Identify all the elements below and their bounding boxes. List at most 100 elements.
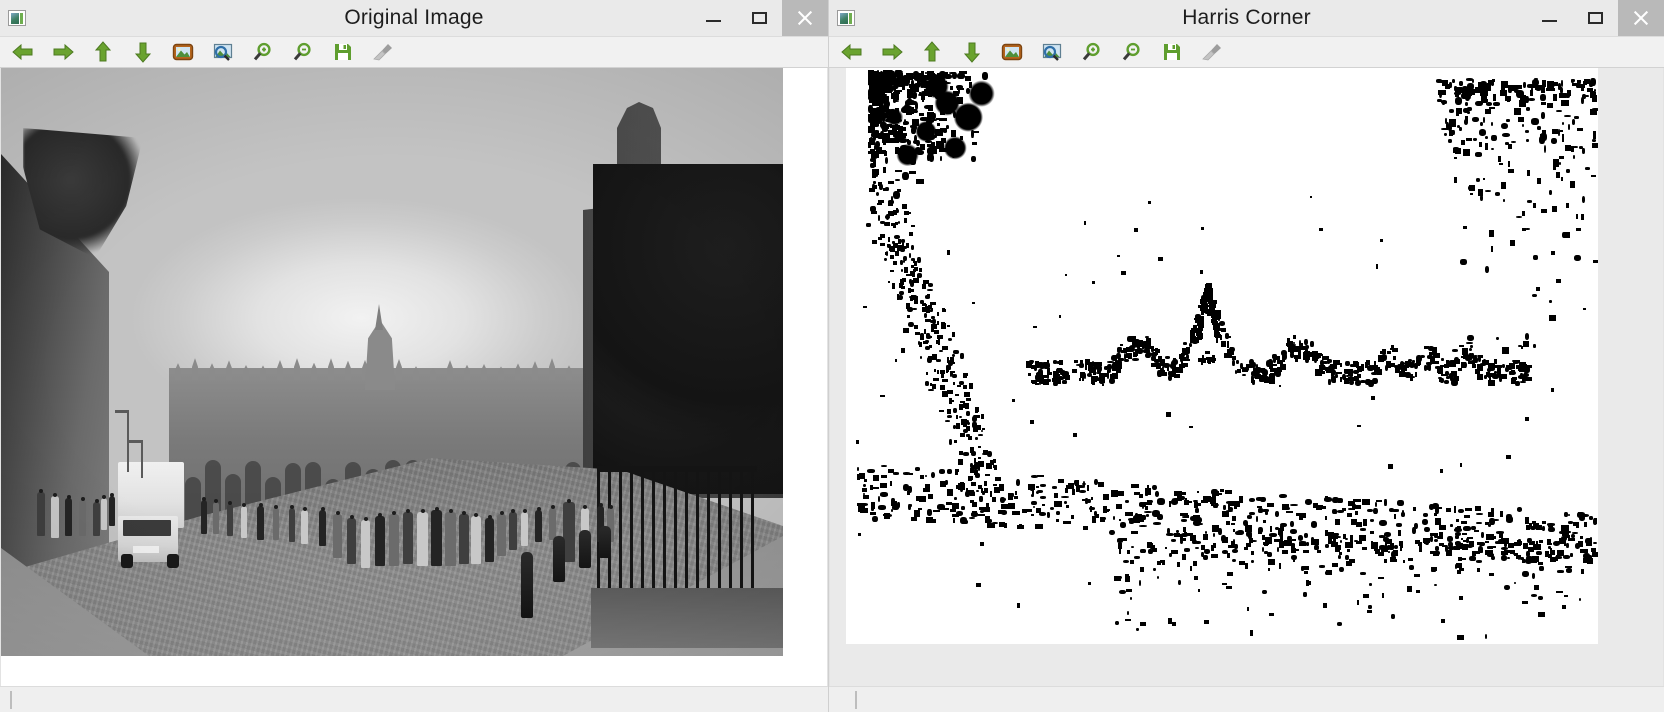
corner-point	[1438, 90, 1447, 95]
corner-point	[873, 123, 880, 127]
corner-point	[900, 286, 905, 290]
clear-button[interactable]	[1197, 39, 1227, 65]
pan-down-button[interactable]	[128, 39, 158, 65]
corner-point	[914, 83, 921, 88]
corner-point	[913, 298, 919, 305]
corner-point	[1148, 548, 1153, 554]
zoom-region-button[interactable]	[1037, 39, 1067, 65]
corner-point	[1370, 395, 1376, 400]
corner-point	[1393, 544, 1399, 549]
pan-right-button[interactable]	[48, 39, 78, 65]
minimize-button[interactable]	[690, 0, 736, 36]
corner-point	[964, 392, 970, 398]
maximize-button[interactable]	[1572, 0, 1618, 36]
minimize-button[interactable]	[1526, 0, 1572, 36]
corner-point	[1551, 550, 1555, 555]
pan-left-button[interactable]	[8, 39, 38, 65]
corner-point	[1526, 200, 1532, 203]
pan-up-button[interactable]	[917, 39, 947, 65]
pedestrian-head	[608, 505, 613, 509]
corner-point	[1193, 561, 1197, 567]
corner-point	[1079, 490, 1087, 493]
corner-point	[1334, 510, 1337, 514]
zoom-out-button[interactable]	[288, 39, 318, 65]
horizontal-scrollbar[interactable]	[0, 686, 828, 712]
zoom-out-button[interactable]	[1117, 39, 1147, 65]
original-photo-canvas[interactable]	[0, 68, 828, 686]
corner-point	[880, 465, 887, 468]
pan-down-button[interactable]	[957, 39, 987, 65]
corner-point	[877, 203, 882, 206]
corner-point	[1515, 215, 1523, 219]
titlebar[interactable]: Original Image	[0, 0, 828, 36]
save-button[interactable]	[1157, 39, 1187, 65]
corner-point	[1488, 229, 1495, 237]
corner-point	[1225, 586, 1232, 590]
corner-point	[1334, 519, 1340, 526]
corner-point	[959, 71, 967, 74]
corner-point	[1501, 182, 1507, 190]
corner-point	[1495, 336, 1499, 340]
corner-point	[1421, 519, 1428, 526]
corner-point	[1219, 488, 1225, 493]
corner-point	[910, 245, 914, 251]
corner-point	[965, 87, 971, 94]
pedestrian-head	[487, 515, 492, 519]
corner-point	[983, 481, 987, 486]
scrollbar-thumb[interactable]	[10, 691, 12, 709]
corner-point	[1541, 525, 1545, 532]
pan-up-button[interactable]	[88, 39, 118, 65]
maximize-button[interactable]	[736, 0, 782, 36]
corner-point	[1232, 558, 1237, 563]
corner-point	[1581, 196, 1585, 203]
pan-left-button[interactable]	[837, 39, 867, 65]
corner-point	[1406, 585, 1412, 592]
close-button[interactable]	[1618, 0, 1664, 36]
corner-point	[916, 178, 924, 185]
scrollbar-thumb[interactable]	[855, 691, 857, 709]
corner-point	[1313, 356, 1317, 364]
corner-point	[1274, 526, 1279, 531]
zoom-region-button[interactable]	[208, 39, 238, 65]
corner-point	[1232, 516, 1237, 522]
corner-point	[1515, 381, 1520, 387]
harris-corner-canvas[interactable]	[829, 68, 1664, 686]
corner-point	[1477, 545, 1483, 553]
corner-point	[907, 314, 910, 318]
corner-point	[1536, 286, 1541, 292]
corner-point	[1294, 355, 1299, 360]
corner-point	[947, 324, 951, 327]
pan-right-button[interactable]	[877, 39, 907, 65]
corner-point	[1333, 378, 1336, 384]
pedestrian-head	[274, 505, 278, 509]
horizontal-scrollbar[interactable]	[829, 686, 1664, 712]
corner-point	[1309, 340, 1314, 347]
clear-button[interactable]	[368, 39, 398, 65]
fit-image-button[interactable]	[168, 39, 198, 65]
corner-point	[1225, 335, 1232, 339]
corner-point	[901, 242, 904, 249]
save-button[interactable]	[328, 39, 358, 65]
corner-point	[1321, 371, 1325, 375]
fit-image-button[interactable]	[997, 39, 1027, 65]
corner-point	[1075, 363, 1083, 366]
zoom-in-button[interactable]	[1077, 39, 1107, 65]
corner-point	[906, 303, 910, 309]
pedestrian-head	[462, 511, 466, 515]
corner-point	[1525, 96, 1529, 104]
zoom-in-button[interactable]	[248, 39, 278, 65]
close-button[interactable]	[782, 0, 828, 36]
corner-point	[953, 408, 957, 413]
corner-point	[879, 482, 888, 489]
corner-point	[1443, 380, 1450, 384]
corner-point	[945, 370, 949, 374]
corner-point	[1231, 523, 1236, 526]
titlebar[interactable]: Harris Corner	[829, 0, 1664, 36]
corner-point	[1508, 363, 1515, 366]
corner-point	[923, 313, 927, 319]
corner-point	[1178, 363, 1185, 369]
corner-point	[1512, 359, 1516, 363]
corner-point	[1196, 330, 1202, 335]
corner-point	[1197, 324, 1202, 327]
corner-point	[954, 393, 960, 397]
